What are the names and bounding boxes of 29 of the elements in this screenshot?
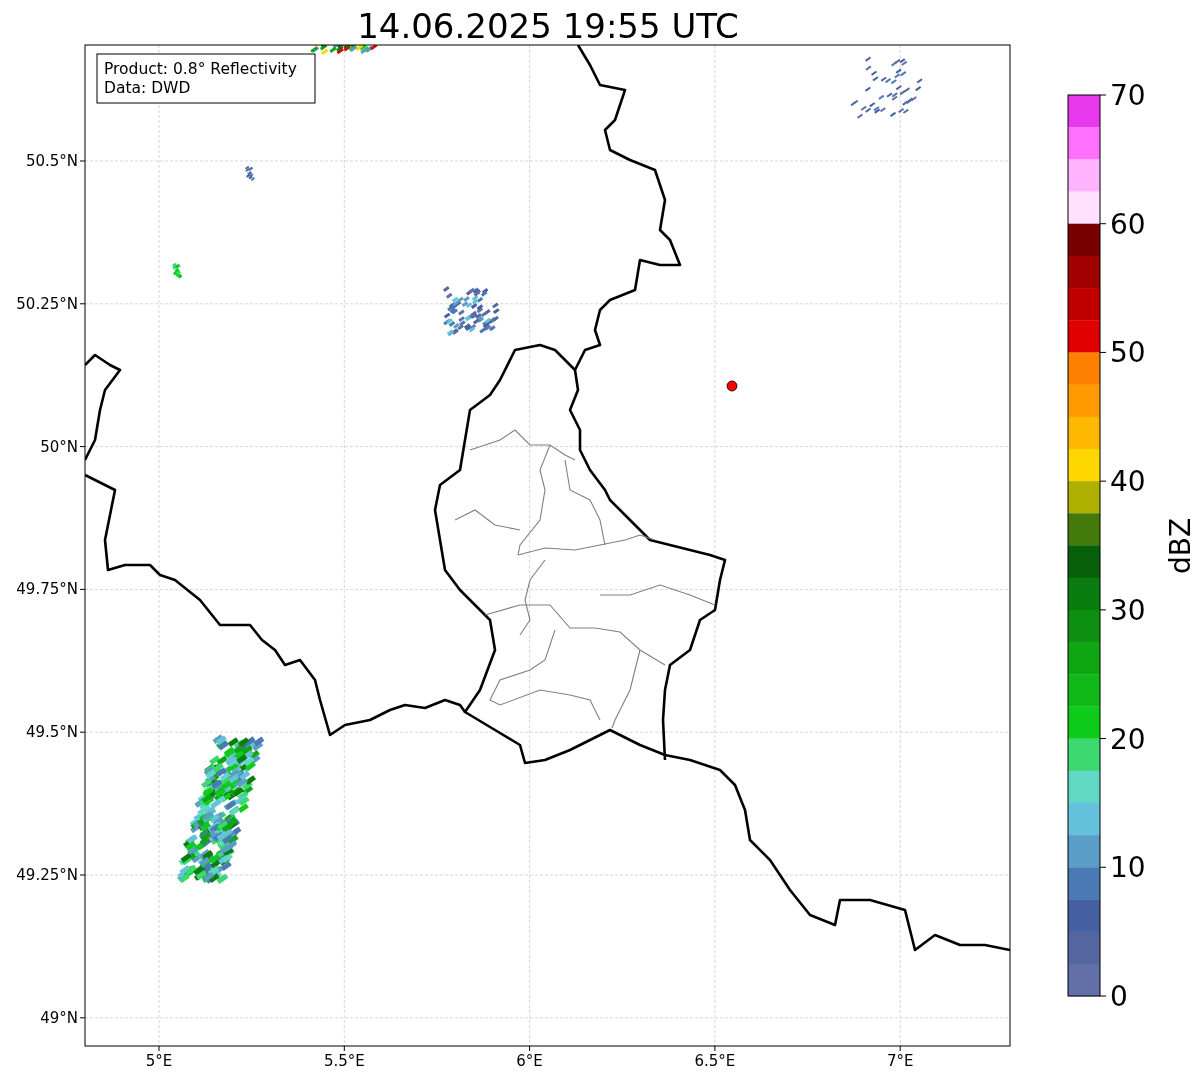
latitude-label: 49.25°N (16, 866, 78, 884)
radar-echo-drawing (310, 45, 378, 55)
radar-echo-drawing (245, 165, 255, 181)
info-text: Product: 0.8° Reflectivity (104, 60, 297, 78)
longitude-label: 6°E (516, 1052, 543, 1070)
longitude-label: 6.5°E (694, 1052, 736, 1070)
latitude-label: 50°N (40, 437, 78, 456)
colorbar-tick-label: 50 (1110, 336, 1146, 370)
colorbar-tick-label: 10 (1110, 851, 1146, 885)
latitude-label: 49.5°N (25, 723, 78, 742)
colorbar-tick-label: 60 (1110, 207, 1146, 241)
colorbar-tick-label: 0 (1110, 980, 1128, 1013)
longitude-label: 7°E (886, 1052, 914, 1070)
longitude-label: 5.5°E (323, 1052, 365, 1070)
latitude-label: 49.75°N (16, 580, 78, 599)
radar-echo-drawing (443, 286, 500, 337)
latitude-label: 50.5°N (25, 152, 78, 170)
map-title: 14.06.2025 19:55 UTC (357, 6, 739, 46)
colorbar-tick-label: 40 (1110, 465, 1146, 499)
colorbar-tick-label: 20 (1110, 722, 1146, 756)
radar-site-marker (726, 380, 738, 392)
radar-echo-drawing (172, 262, 183, 279)
colorbar-tick-label: 30 (1110, 593, 1146, 627)
longitude-label: 5°E (145, 1052, 173, 1070)
colorbar-tick-label: 70 (1110, 79, 1146, 112)
latitude-label: 50.25°N (16, 294, 78, 313)
colorbar-label: dBZ (1164, 517, 1197, 575)
info-text: Data: DWD (104, 79, 191, 97)
latitude-label: 49°N (40, 1008, 78, 1027)
